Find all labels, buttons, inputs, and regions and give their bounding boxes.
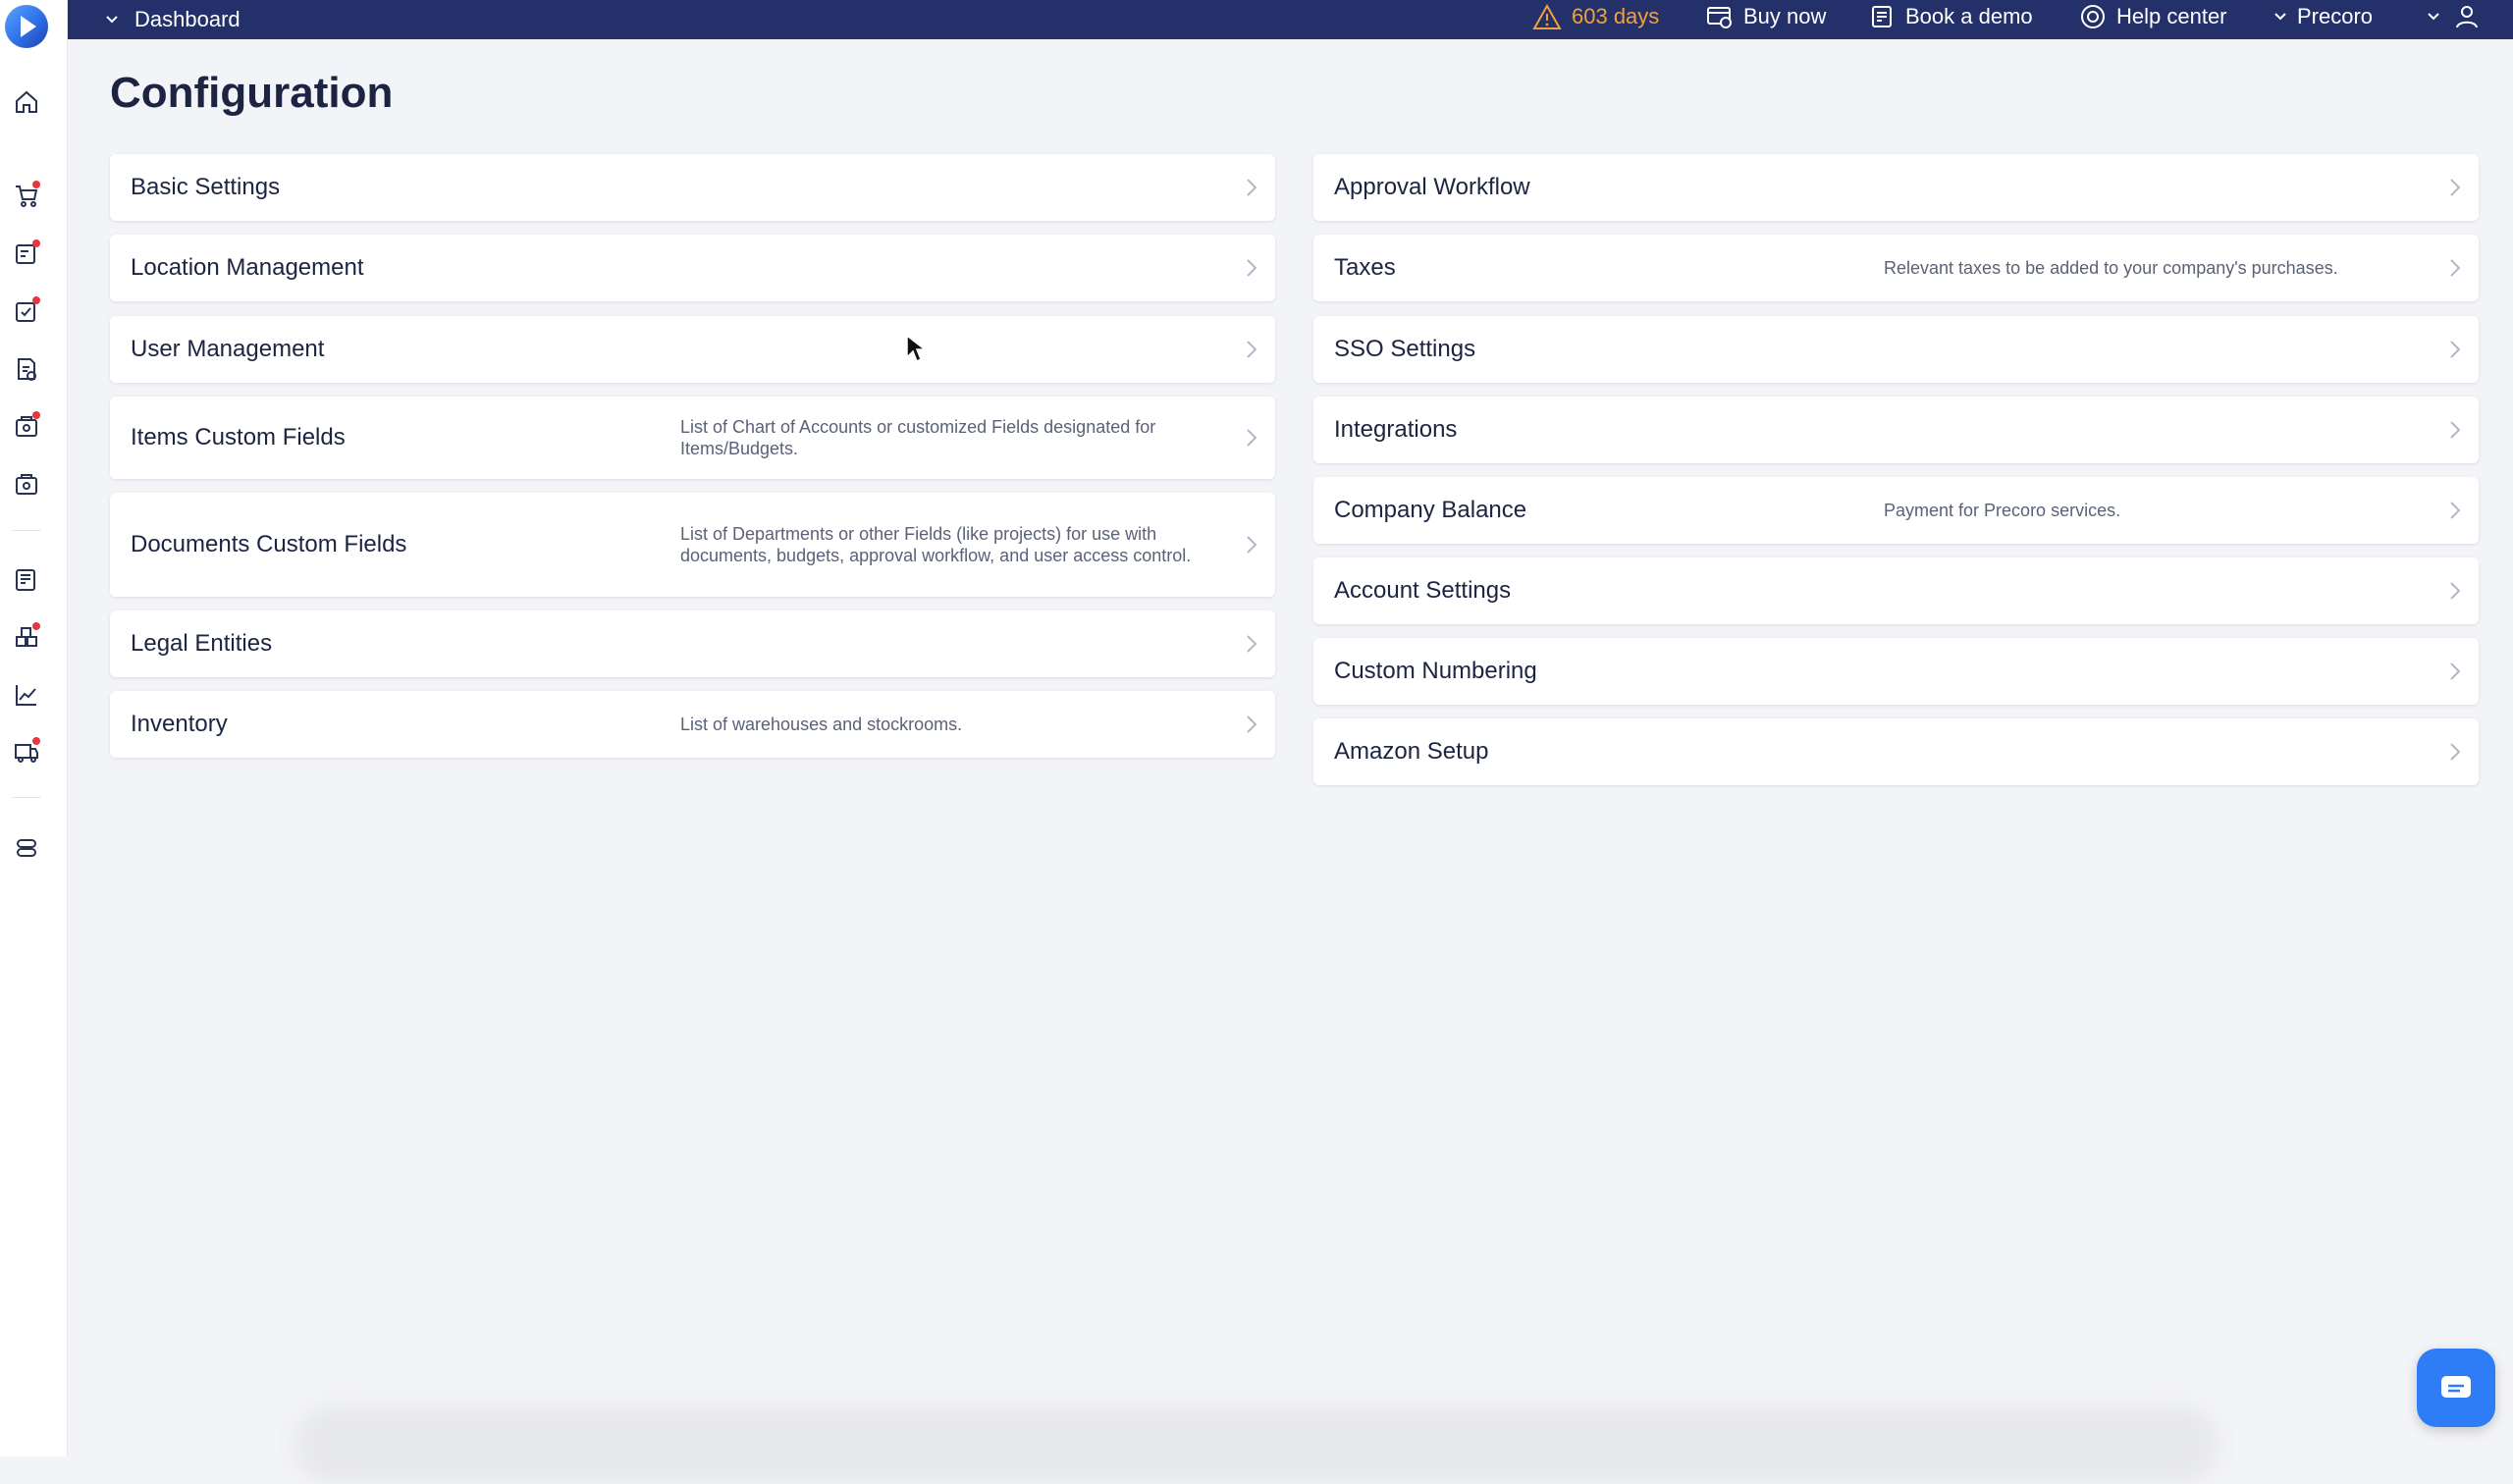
- company-label: Precoro: [2297, 4, 2374, 28]
- config-card-integrations[interactable]: Integrations: [1313, 397, 2479, 463]
- settings-icon[interactable]: [11, 832, 42, 864]
- chevron-right-icon: [1247, 429, 1257, 447]
- card-title: Legal Entities: [131, 630, 273, 657]
- mouse-cursor-icon: [906, 334, 927, 363]
- bottom-overlay: [294, 1405, 2219, 1484]
- config-card-location-management[interactable]: Location Management: [110, 235, 1275, 301]
- card-title: Amazon Setup: [1334, 738, 1489, 765]
- config-card-sso-settings[interactable]: SSO Settings: [1313, 316, 2479, 383]
- user-icon: [2456, 6, 2478, 28]
- chevron-down-icon: [106, 16, 118, 24]
- config-card-basic-settings[interactable]: Basic Settings: [110, 154, 1275, 221]
- card-description: Relevant taxes to be added to your compa…: [1884, 258, 2338, 278]
- dashboard-menu[interactable]: Dashboard: [105, 0, 241, 39]
- warning-icon: [1532, 3, 1562, 29]
- chevron-right-icon: [2450, 421, 2461, 439]
- page-title: Configuration: [110, 69, 394, 117]
- chevron-right-icon: [2450, 662, 2461, 680]
- card-title: Documents Custom Fields: [131, 531, 407, 557]
- inventory-icon[interactable]: [11, 621, 42, 653]
- trial-days-label: 603 days: [1572, 4, 1660, 28]
- book-demo-label: Book a demo: [1905, 4, 2033, 28]
- card-title: Location Management: [131, 254, 364, 281]
- chevron-down-icon: [2428, 13, 2439, 21]
- suppliers-icon[interactable]: [11, 736, 42, 768]
- chevron-right-icon: [2450, 179, 2461, 196]
- dashboard-label: Dashboard: [134, 7, 241, 31]
- logo-icon[interactable]: [5, 5, 48, 48]
- help-center-label: Help center: [2116, 4, 2227, 28]
- card-title: User Management: [131, 336, 325, 362]
- sidebar: [0, 0, 68, 1457]
- help-center-button[interactable]: Help center: [2079, 0, 2227, 33]
- card-title: Approval Workflow: [1334, 174, 1530, 200]
- card-title: Company Balance: [1334, 497, 1527, 523]
- config-card-documents-custom-fields[interactable]: Documents Custom Fields List of Departme…: [110, 493, 1275, 597]
- chevron-right-icon: [2450, 259, 2461, 277]
- chevron-right-icon: [1247, 341, 1257, 358]
- card-title: Basic Settings: [131, 174, 281, 200]
- book-demo-button[interactable]: Book a demo: [1870, 0, 2033, 33]
- card-title: Account Settings: [1334, 577, 1512, 604]
- payments-icon[interactable]: [11, 468, 42, 500]
- chevron-right-icon: [1247, 716, 1257, 733]
- chevron-right-icon: [2450, 743, 2461, 761]
- chevron-down-icon: [2274, 13, 2286, 21]
- chevron-right-icon: [1247, 179, 1257, 196]
- card-title: Integrations: [1334, 416, 1458, 443]
- card-title: SSO Settings: [1334, 336, 1476, 362]
- config-card-legal-entities[interactable]: Legal Entities: [110, 610, 1275, 677]
- buy-now-label: Buy now: [1743, 4, 1827, 28]
- config-card-approval-workflow[interactable]: Approval Workflow: [1313, 154, 2479, 221]
- card-description: List of Chart of Accounts or customized …: [680, 417, 1156, 458]
- config-card-custom-numbering[interactable]: Custom Numbering: [1313, 638, 2479, 705]
- company-switcher[interactable]: Precoro: [2273, 0, 2373, 33]
- home-icon[interactable]: [11, 86, 42, 118]
- config-card-taxes[interactable]: Taxes Relevant taxes to be added to your…: [1313, 235, 2479, 301]
- requests-icon[interactable]: [11, 238, 42, 270]
- config-card-user-management[interactable]: User Management: [110, 316, 1275, 383]
- chevron-right-icon: [2450, 341, 2461, 358]
- help-icon: [2081, 5, 2105, 28]
- config-card-company-balance[interactable]: Company Balance Payment for Precoro serv…: [1313, 477, 2479, 544]
- card-title: Items Custom Fields: [131, 424, 346, 450]
- chevron-right-icon: [2450, 502, 2461, 519]
- chat-button[interactable]: [2417, 1349, 2495, 1427]
- cart-icon[interactable]: [11, 180, 42, 211]
- chevron-right-icon: [1247, 259, 1257, 277]
- chevron-right-icon: [2450, 582, 2461, 600]
- calendar-icon: [1872, 6, 1892, 27]
- buy-now-button[interactable]: Buy now: [1706, 0, 1826, 33]
- card-title: Taxes: [1334, 254, 1396, 281]
- card-description: Payment for Precoro services.: [1884, 501, 2121, 520]
- buy-icon: [1707, 7, 1732, 28]
- user-menu[interactable]: [2427, 0, 2480, 33]
- chat-icon: [2441, 1376, 2471, 1398]
- card-description: List of Departments or other Fields (lik…: [680, 524, 1192, 565]
- top-bar: Dashboard 603 days Buy now Book a demo H…: [68, 0, 2513, 39]
- card-description: List of warehouses and stockrooms.: [680, 715, 963, 734]
- budgets-icon[interactable]: [11, 564, 42, 596]
- card-title: Inventory: [131, 711, 228, 737]
- chevron-right-icon: [1247, 635, 1257, 653]
- config-card-account-settings[interactable]: Account Settings: [1313, 557, 2479, 624]
- invoices-icon[interactable]: [11, 353, 42, 385]
- approvals-icon[interactable]: [11, 295, 42, 327]
- receipts-icon[interactable]: [11, 410, 42, 442]
- trial-days-indicator[interactable]: 603 days: [1532, 0, 1659, 33]
- analytics-icon[interactable]: [11, 679, 42, 711]
- chevron-right-icon: [1247, 536, 1257, 554]
- card-title: Custom Numbering: [1334, 658, 1537, 684]
- config-card-inventory[interactable]: Inventory List of warehouses and stockro…: [110, 691, 1275, 758]
- config-card-items-custom-fields[interactable]: Items Custom Fields List of Chart of Acc…: [110, 397, 1275, 479]
- config-card-amazon-setup[interactable]: Amazon Setup: [1313, 718, 2479, 785]
